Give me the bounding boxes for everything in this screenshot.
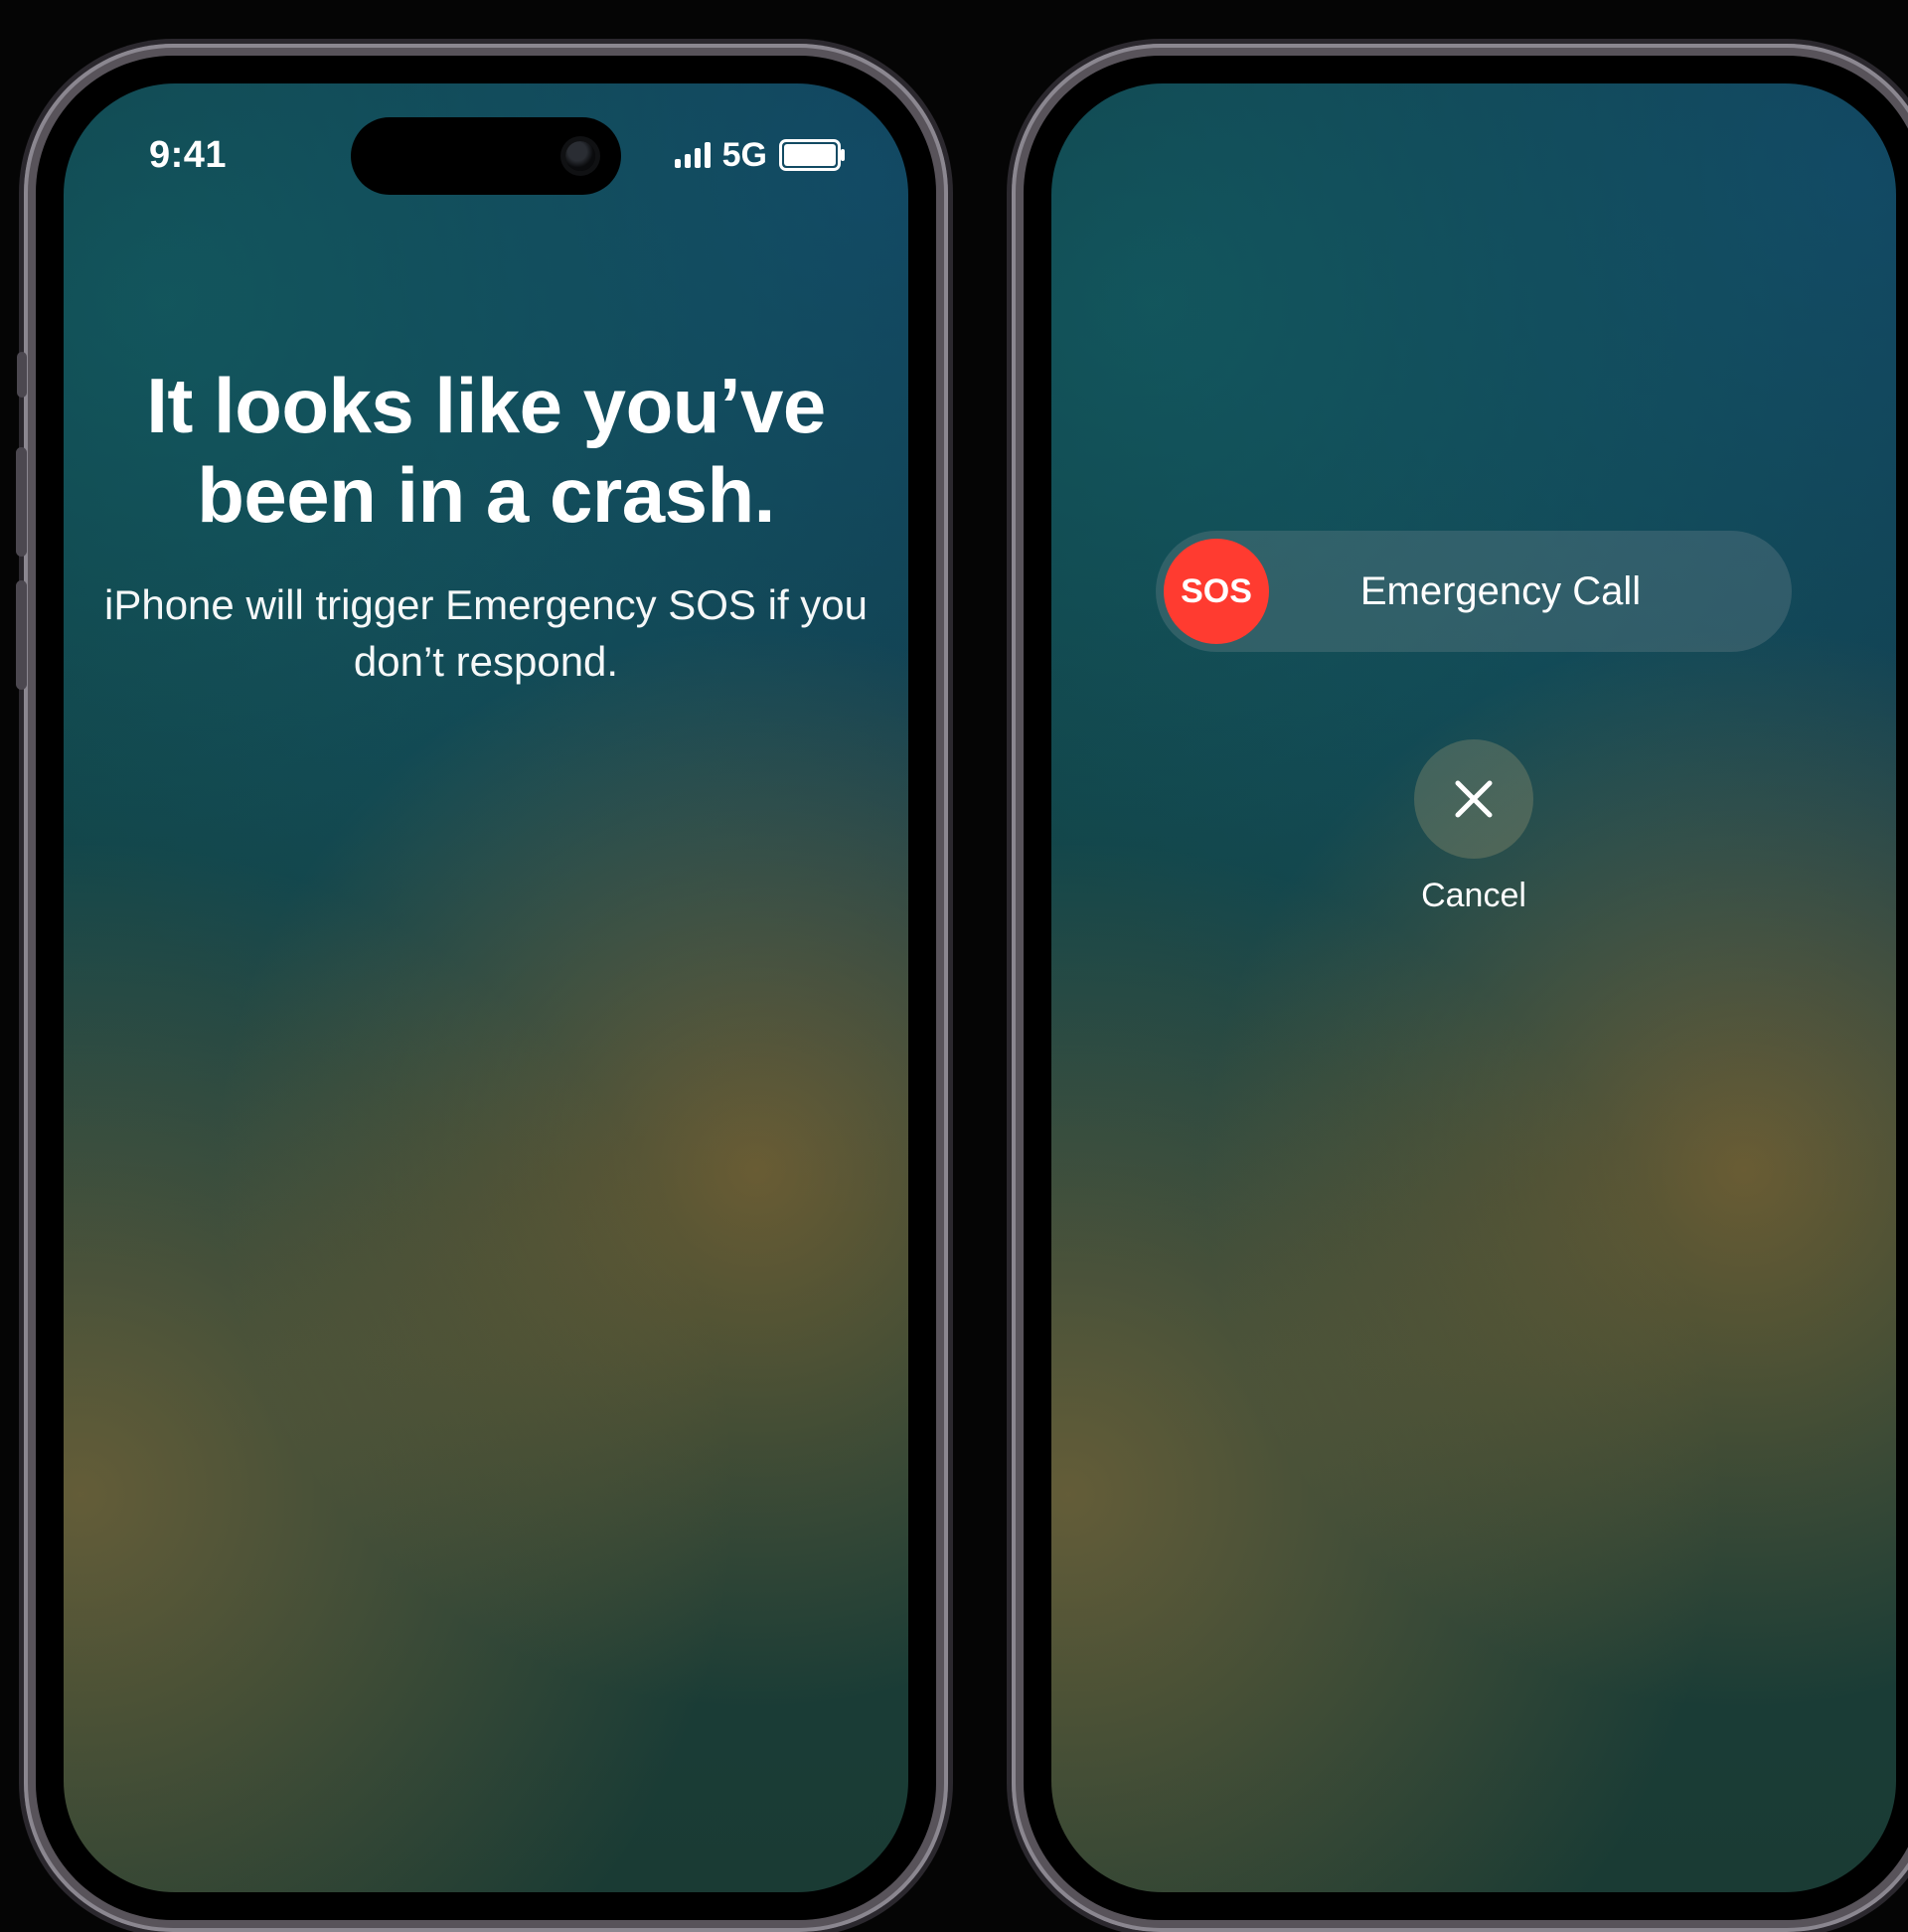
phone-screen-crash-alert: 9:41 5G It looks like you’ve been in a c… xyxy=(64,83,908,1892)
cellular-signal-icon xyxy=(675,142,711,168)
sos-knob[interactable]: SOS xyxy=(1164,539,1269,644)
crash-subline: iPhone will trigger Emergency SOS if you… xyxy=(101,577,871,690)
emergency-call-slider[interactable]: SOS Emergency Call xyxy=(1156,531,1792,652)
mute-switch[interactable] xyxy=(17,352,27,398)
phone-screen-sos: SOS Emergency Call Cancel xyxy=(1051,83,1896,1892)
phone-bezel: SOS Emergency Call Cancel xyxy=(1024,56,1908,1920)
network-type: 5G xyxy=(722,136,767,175)
iphone-right: SOS Emergency Call Cancel xyxy=(1012,44,1908,1932)
phone-bezel: 9:41 5G It looks like you’ve been in a c… xyxy=(36,56,936,1920)
cancel-label: Cancel xyxy=(1414,877,1533,915)
cancel-button[interactable] xyxy=(1414,739,1533,859)
volume-up-button[interactable] xyxy=(16,447,27,557)
iphone-left: 9:41 5G It looks like you’ve been in a c… xyxy=(24,44,948,1932)
crash-headline: It looks like you’ve been in a crash. xyxy=(101,362,871,540)
status-time: 9:41 xyxy=(149,134,227,177)
sos-knob-label: SOS xyxy=(1181,572,1252,611)
cancel-group: Cancel xyxy=(1414,739,1533,915)
crash-alert-copy: It looks like you’ve been in a crash. iP… xyxy=(64,362,908,691)
status-bar: 9:41 5G xyxy=(64,115,908,195)
emergency-call-label: Emergency Call xyxy=(1269,569,1792,614)
volume-down-button[interactable] xyxy=(16,580,27,690)
battery-icon xyxy=(779,139,841,171)
close-icon xyxy=(1450,775,1498,823)
